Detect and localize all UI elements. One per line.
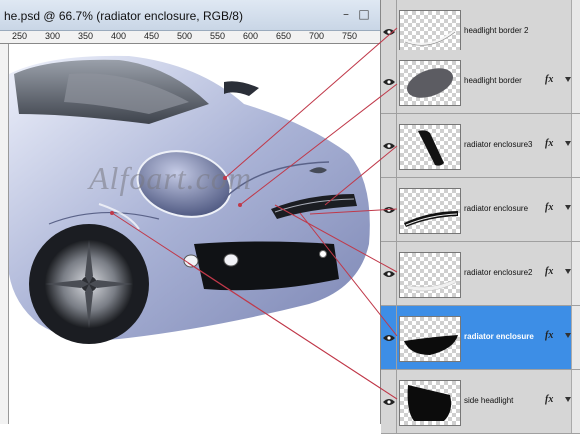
document-window: he.psd @ 66.7% (radiator enclosure, RGB/… <box>0 0 380 424</box>
ruler-tick: 650 <box>276 31 292 41</box>
horizontal-ruler: 250 300 350 400 450 500 550 600 650 700 … <box>0 31 380 44</box>
layer-row[interactable]: radiator enclosure3 fx <box>381 114 580 178</box>
layer-name: headlight border <box>464 76 522 85</box>
panel-scrollbar[interactable] <box>571 306 580 369</box>
layer-effects-icon[interactable]: fx <box>545 74 553 85</box>
document-titlebar[interactable]: he.psd @ 66.7% (radiator enclosure, RGB/… <box>0 0 380 31</box>
layer-effects-icon[interactable]: fx <box>545 394 553 405</box>
visibility-eye-icon[interactable] <box>381 242 397 305</box>
ruler-tick: 600 <box>243 31 259 41</box>
ruler-tick: 350 <box>78 31 94 41</box>
maximize-button[interactable]: □ <box>358 8 370 20</box>
layer-row[interactable]: radiator enclosure2 fx <box>381 242 580 306</box>
watermark-text: Alfoart.com <box>89 160 252 196</box>
ruler-tick: 250 <box>12 31 28 41</box>
layer-row[interactable]: radiator enclosure fx <box>381 178 580 242</box>
ruler-tick: 400 <box>111 31 127 41</box>
visibility-eye-icon[interactable] <box>381 306 397 369</box>
layer-name: radiator enclosure2 <box>464 268 533 277</box>
ruler-tick: 750 <box>342 31 358 41</box>
layer-row-selected[interactable]: radiator enclosure fx <box>381 306 580 370</box>
layer-thumbnail <box>399 124 461 170</box>
panel-scrollbar[interactable] <box>571 50 580 113</box>
layer-name: radiator enclosure <box>464 332 534 341</box>
layer-thumbnail <box>399 252 461 298</box>
panel-scrollbar[interactable] <box>571 242 580 305</box>
layer-name: headlight border 2 <box>464 26 529 35</box>
layer-thumbnail <box>399 316 461 362</box>
ruler-tick: 450 <box>144 31 160 41</box>
ruler-tick: 700 <box>309 31 325 41</box>
document-title: he.psd @ 66.7% (radiator enclosure, RGB/… <box>4 9 243 23</box>
ruler-tick: 500 <box>177 31 193 41</box>
layer-thumbnail <box>399 380 461 426</box>
layer-name: side headlight <box>464 396 514 405</box>
layer-name: radiator enclosure3 <box>464 140 533 149</box>
panel-scrollbar[interactable] <box>571 178 580 241</box>
ruler-tick: 300 <box>45 31 61 41</box>
layer-row[interactable]: side headlight fx <box>381 370 580 434</box>
layer-thumbnail <box>399 60 461 106</box>
car-illustration <box>9 55 370 344</box>
visibility-eye-icon[interactable] <box>381 178 397 241</box>
layer-effects-icon[interactable]: fx <box>545 138 553 149</box>
vertical-ruler <box>0 44 9 424</box>
layer-effects-icon[interactable]: fx <box>545 330 553 341</box>
image-canvas[interactable]: Alfoart.com <box>9 44 380 424</box>
minimize-button[interactable]: – <box>340 8 352 20</box>
layer-name: radiator enclosure <box>464 204 529 213</box>
layer-effects-icon[interactable]: fx <box>545 202 553 213</box>
layer-effects-icon[interactable]: fx <box>545 266 553 277</box>
visibility-eye-icon[interactable] <box>381 50 397 113</box>
ruler-tick: 550 <box>210 31 226 41</box>
layer-row[interactable]: headlight border fx <box>381 50 580 114</box>
layer-thumbnail <box>399 188 461 234</box>
layers-panel: headlight border 2 headlight border fx r… <box>380 0 580 434</box>
visibility-eye-icon[interactable] <box>381 114 397 177</box>
panel-scrollbar[interactable] <box>571 114 580 177</box>
